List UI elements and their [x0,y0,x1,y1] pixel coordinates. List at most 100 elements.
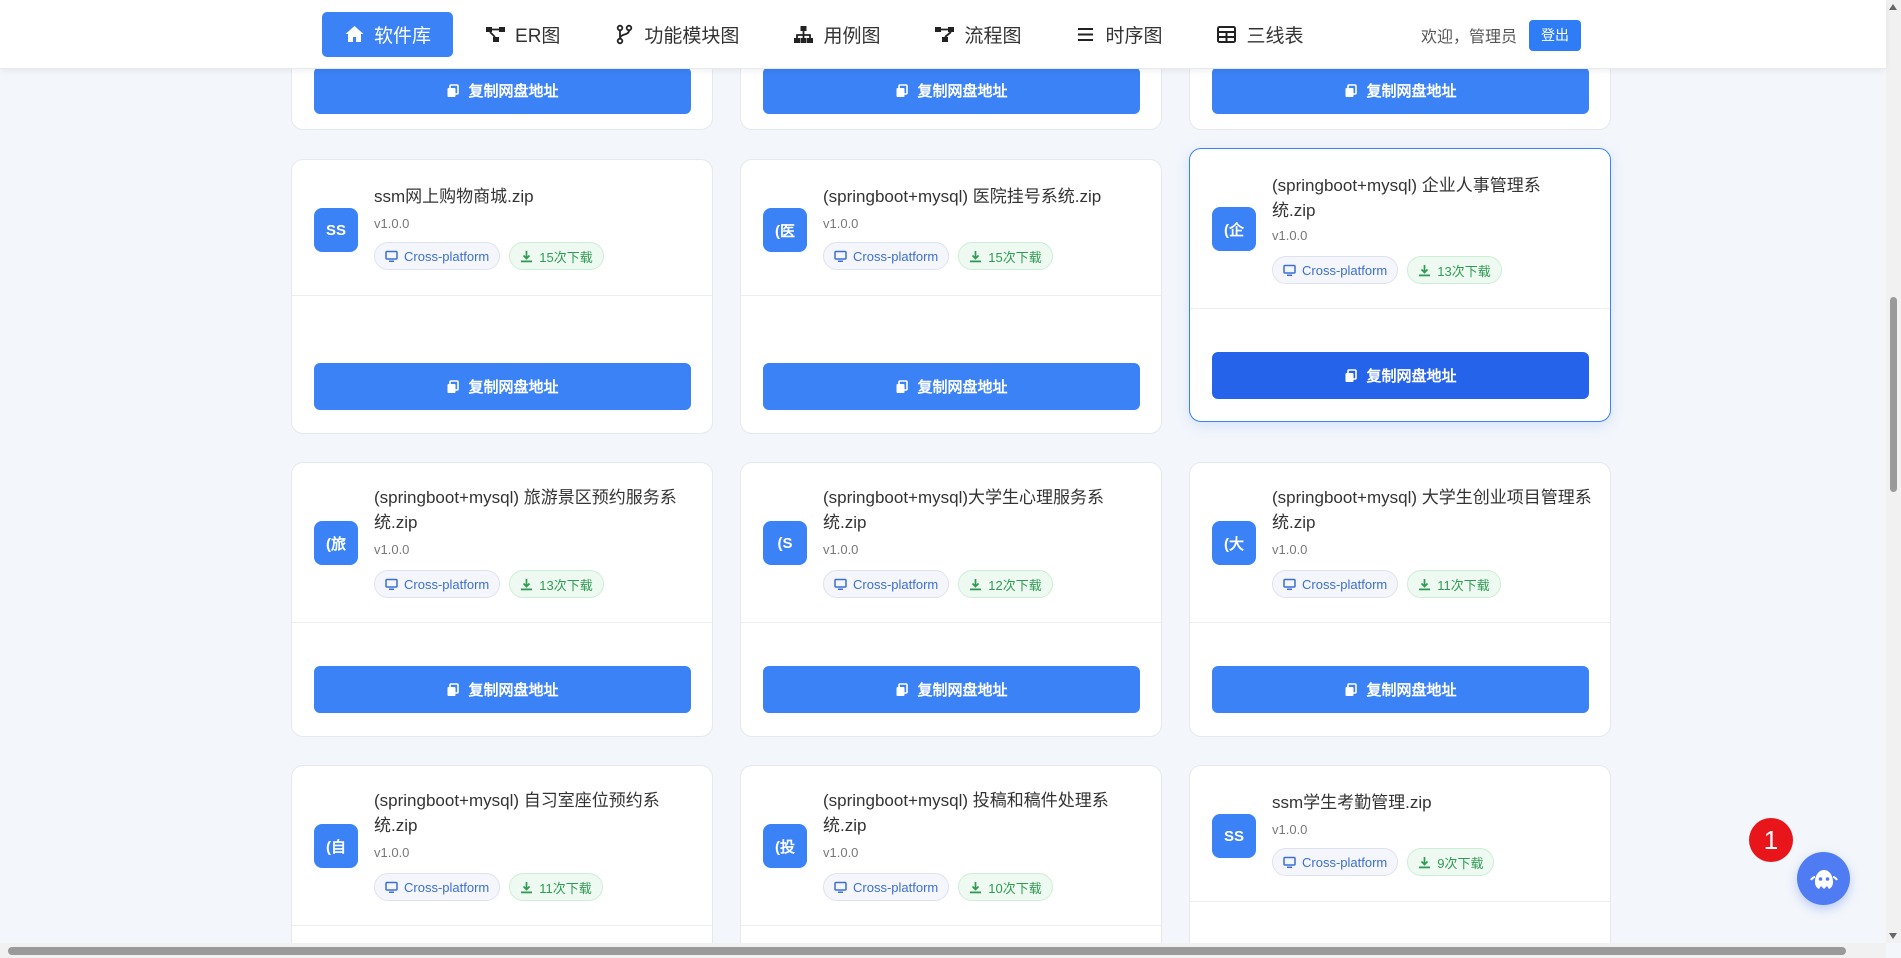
monitor-icon [834,250,847,262]
software-card: (自 (springboot+mysql) 自习室座位预约系统.zip v1.0… [291,765,713,958]
copy-icon [1345,83,1358,97]
platform-badge: Cross-platform [823,873,950,901]
nav-sequence-diagram[interactable]: 时序图 [1053,12,1184,57]
scroll-up-arrow-icon[interactable] [1889,4,1897,10]
platform-badge: Cross-platform [1272,848,1399,876]
card-title: (springboot+mysql) 自习室座位预约系统.zip [374,791,660,835]
version-label: v1.0.0 [374,542,410,557]
table-icon [1217,26,1237,43]
avatar: (自 [314,824,358,868]
copy-link-button[interactable]: 复制网盘地址 [763,666,1140,713]
card-title: (springboot+mysql) 企业人事管理系统.zip [1272,176,1541,220]
avatar: (S [763,521,807,565]
avatar: (企 [1212,207,1256,251]
monitor-icon [1283,856,1296,868]
copy-icon [447,83,460,97]
download-count-badge: 12次下载 [958,570,1053,598]
monitor-icon [834,578,847,590]
download-icon [1419,264,1431,276]
download-icon [970,881,982,893]
software-card-hovered: (企 (springboot+mysql) 企业人事管理系统.zip v1.0.… [1189,148,1611,422]
copy-link-button[interactable]: 复制网盘地址 [763,363,1140,410]
copy-icon [447,682,460,696]
copy-link-button[interactable]: 复制网盘地址 [314,67,691,114]
nav-software-library[interactable]: 软件库 [322,12,454,57]
download-icon [1419,578,1431,590]
copy-link-label: 复制网盘地址 [917,379,1008,396]
software-card: (投 (springboot+mysql) 投稿和稿件处理系统.zip v1.0… [740,765,1162,958]
software-card: (大 (springboot+mysql) 大学生创业项目管理系统.zip v1… [1189,462,1611,737]
version-label: v1.0.0 [374,216,410,231]
avatar: (医 [763,208,807,252]
nav-flowchart[interactable]: 流程图 [912,12,1043,57]
logout-button[interactable]: 登出 [1529,19,1582,51]
card-title: (springboot+mysql) 医院挂号系统.zip [823,187,1102,206]
copy-link-button[interactable]: 复制网盘地址 [314,666,691,713]
platform-badge: Cross-platform [1272,570,1399,598]
avatar: (旅 [314,521,358,565]
monitor-icon [385,881,398,893]
welcome-text: 欢迎，管理员 [1421,29,1518,46]
copy-icon [896,379,909,393]
download-count-badge: 13次下载 [1407,256,1502,284]
avatar: SS [314,208,358,252]
download-count-badge: 9次下载 [1407,848,1495,876]
copy-link-button[interactable]: 复制网盘地址 [763,67,1140,114]
monitor-icon [834,881,847,893]
download-count-badge: 11次下载 [509,873,603,901]
nav-er-diagram[interactable]: ER图 [463,12,582,57]
copy-link-label: 复制网盘地址 [468,379,559,396]
card-title: (springboot+mysql) 投稿和稿件处理系统.zip [823,791,1109,835]
platform-badge: Cross-platform [374,873,501,901]
download-icon [970,578,982,590]
card-title: ssm网上购物商城.zip [374,187,534,206]
diagram-icon [486,27,506,42]
copy-link-label: 复制网盘地址 [1366,83,1457,100]
platform-badge: Cross-platform [823,242,950,270]
card-title: (springboot+mysql)大学生心理服务系统.zip [823,488,1105,532]
platform-badge: Cross-platform [1272,256,1399,284]
scroll-down-arrow-icon[interactable] [1889,933,1897,939]
software-card: SS ssm学生考勤管理.zip v1.0.0 Cross-platform 9… [1189,765,1611,958]
copy-icon [1345,682,1358,696]
software-card: (S (springboot+mysql)大学生心理服务系统.zip v1.0.… [740,462,1162,737]
download-count-badge: 11次下载 [1407,570,1501,598]
vertical-scrollbar[interactable] [1886,0,1901,943]
copy-link-button[interactable]: 复制网盘地址 [1212,666,1589,713]
nav-three-line-table[interactable]: 三线表 [1194,12,1325,57]
version-label: v1.0.0 [823,542,859,557]
avatar: (投 [763,824,807,868]
platform-badge: Cross-platform [823,570,950,598]
chat-assistant-button[interactable] [1797,852,1850,905]
monitor-icon [385,578,398,590]
copy-link-label: 复制网盘地址 [1366,682,1457,699]
copy-link-label: 复制网盘地址 [917,682,1008,699]
version-label: v1.0.0 [1272,228,1308,243]
horizontal-scrollbar[interactable] [0,943,1886,958]
nav-use-case[interactable]: 用例图 [771,12,902,57]
horizontal-scrollbar-thumb[interactable] [8,947,1846,955]
notification-count-badge[interactable]: 1 [1749,818,1793,862]
card-title: ssm学生考勤管理.zip [1272,793,1432,812]
download-icon [521,250,533,262]
copy-link-button[interactable]: 复制网盘地址 [314,363,691,410]
flow-icon [935,27,955,42]
vertical-scrollbar-thumb[interactable] [1890,297,1897,492]
avatar: (大 [1212,521,1256,565]
version-label: v1.0.0 [823,845,859,860]
copy-icon [896,83,909,97]
sitemap-icon [794,26,814,43]
version-label: v1.0.0 [823,216,859,231]
copy-icon [1345,368,1358,382]
card-title: (springboot+mysql) 大学生创业项目管理系统.zip [1272,488,1592,532]
copy-link-button[interactable]: 复制网盘地址 [1212,67,1589,114]
copy-link-button[interactable]: 复制网盘地址 [1212,352,1589,399]
monitor-icon [1283,264,1296,276]
download-count-badge: 15次下载 [509,242,604,270]
copy-icon [896,682,909,696]
software-card: (旅 (springboot+mysql) 旅游景区预约服务系统.zip v1.… [291,462,713,737]
assistant-robot-icon [1809,869,1838,889]
copy-link-label: 复制网盘地址 [1366,368,1457,385]
nav-function-module[interactable]: 功能模块图 [592,12,761,57]
platform-badge: Cross-platform [374,570,501,598]
